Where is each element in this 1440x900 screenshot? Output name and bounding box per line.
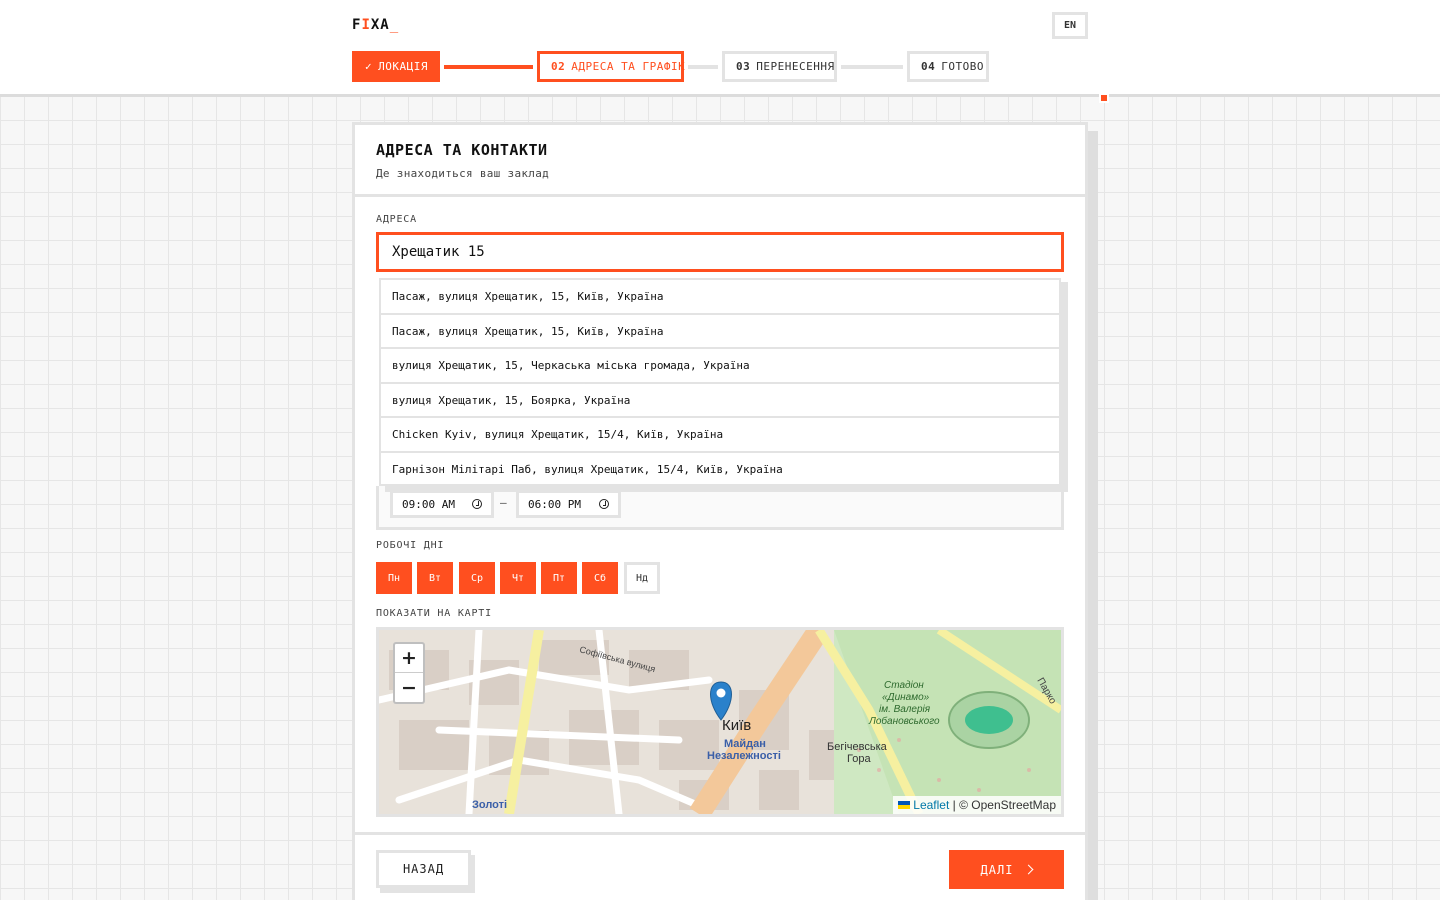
suggestion-item[interactable]: Пасаж, вулиця Хрещатик, 15, Київ, Україн… [381, 280, 1059, 315]
map-label: ПОКАЗАТИ НА КАРТІ [376, 608, 492, 619]
map-label-gate: Золоті [472, 799, 507, 811]
corner-marker [1099, 93, 1109, 103]
map-attribution: Leaflet | © OpenStreetMap [893, 796, 1061, 814]
chevron-right-icon [1024, 864, 1034, 875]
map-label-city: Київ [722, 717, 751, 734]
clock-icon[interactable] [599, 499, 609, 509]
suggestion-item[interactable]: вулиця Хрещатик, 15, Черкаська міська гр… [381, 349, 1059, 384]
step-done[interactable]: 04 ГОТОВО [907, 51, 989, 82]
suggestion-item[interactable]: Гарнізон Мілітарі Паб, вулиця Хрещатик, … [381, 453, 1059, 488]
day-wed[interactable]: Ср [459, 562, 495, 594]
step-transfer[interactable]: 03 ПЕРЕНЕСЕННЯ [722, 51, 837, 82]
zoom-in-button[interactable]: + [395, 644, 423, 673]
map-label-area: Бегічевська [827, 741, 888, 753]
next-button[interactable]: ДАЛІ [949, 850, 1064, 889]
address-label: АДРЕСА [376, 214, 417, 225]
osm-link[interactable]: OpenStreetMap [971, 798, 1056, 812]
footer-divider [352, 832, 1088, 835]
language-toggle[interactable]: EN [1052, 12, 1088, 39]
open-time-input[interactable]: 09:00 AM [390, 490, 494, 518]
back-button[interactable]: НАЗАД [376, 850, 471, 888]
day-mon[interactable]: Пн [376, 562, 412, 594]
suggestion-item[interactable]: Пасаж, вулиця Хрещатик, 15, Київ, Україн… [381, 315, 1059, 349]
step-connector [688, 65, 718, 69]
map-label-area: Гора [847, 753, 871, 765]
close-time-input[interactable]: 06:00 PM [516, 490, 621, 518]
suggestion-item[interactable]: Chicken Kyiv, вулиця Хрещатик, 15/4, Киї… [381, 418, 1059, 453]
day-sun[interactable]: Нд [624, 562, 660, 594]
check-icon: ✓ [365, 60, 373, 73]
step-address-schedule[interactable]: 02 АДРЕСА ТА ГРАФІК [537, 51, 685, 82]
day-sat[interactable]: Сб [582, 562, 618, 594]
map-label-square: Незалежності [707, 750, 781, 762]
zoom-control: + − [393, 642, 425, 704]
leaflet-link[interactable]: Leaflet [913, 798, 949, 812]
logo[interactable]: FIXA_ [352, 17, 399, 33]
day-thu[interactable]: Чт [500, 562, 536, 594]
zoom-out-button[interactable]: − [395, 673, 423, 702]
card-header: АДРЕСА ТА КОНТАКТИ Де знаходиться ваш за… [355, 125, 1085, 197]
day-fri[interactable]: Пт [541, 562, 577, 594]
map-label-stadium: «Динамо» [882, 692, 930, 703]
top-bar: FIXA_ EN ✓ ЛОКАЦІЯ 02 АДРЕСА ТА ГРАФІК 03… [0, 0, 1440, 97]
step-connector [841, 65, 903, 69]
card-title: АДРЕСА ТА КОНТАКТИ [376, 141, 548, 159]
map-tiles: Київ Майдан Незалежності Бегічевська Гор… [379, 630, 1061, 814]
map-label-stadium: Лобановського [868, 715, 940, 727]
ukraine-flag-icon [898, 801, 911, 809]
step-connector [444, 65, 533, 69]
time-separator: — [500, 496, 507, 509]
day-tue[interactable]: Вт [417, 562, 453, 594]
clock-icon[interactable] [472, 499, 482, 509]
working-days-label: РОБОЧІ ДНІ [376, 540, 445, 551]
address-suggestions: Пасаж, вулиця Хрещатик, 15, Київ, Україн… [379, 278, 1061, 486]
map-view[interactable]: Київ Майдан Незалежності Бегічевська Гор… [376, 627, 1064, 817]
card-subtitle: Де знаходиться ваш заклад [376, 167, 550, 180]
suggestion-item[interactable]: вулиця Хрещатик, 15, Боярка, Україна [381, 384, 1059, 418]
map-label-stadium: ім. Валерія [879, 704, 931, 715]
map-label-square: Майдан [724, 738, 766, 750]
address-input[interactable] [376, 232, 1064, 272]
map-label-stadium: Стадіон [884, 680, 924, 691]
step-location[interactable]: ✓ ЛОКАЦІЯ [352, 51, 440, 82]
